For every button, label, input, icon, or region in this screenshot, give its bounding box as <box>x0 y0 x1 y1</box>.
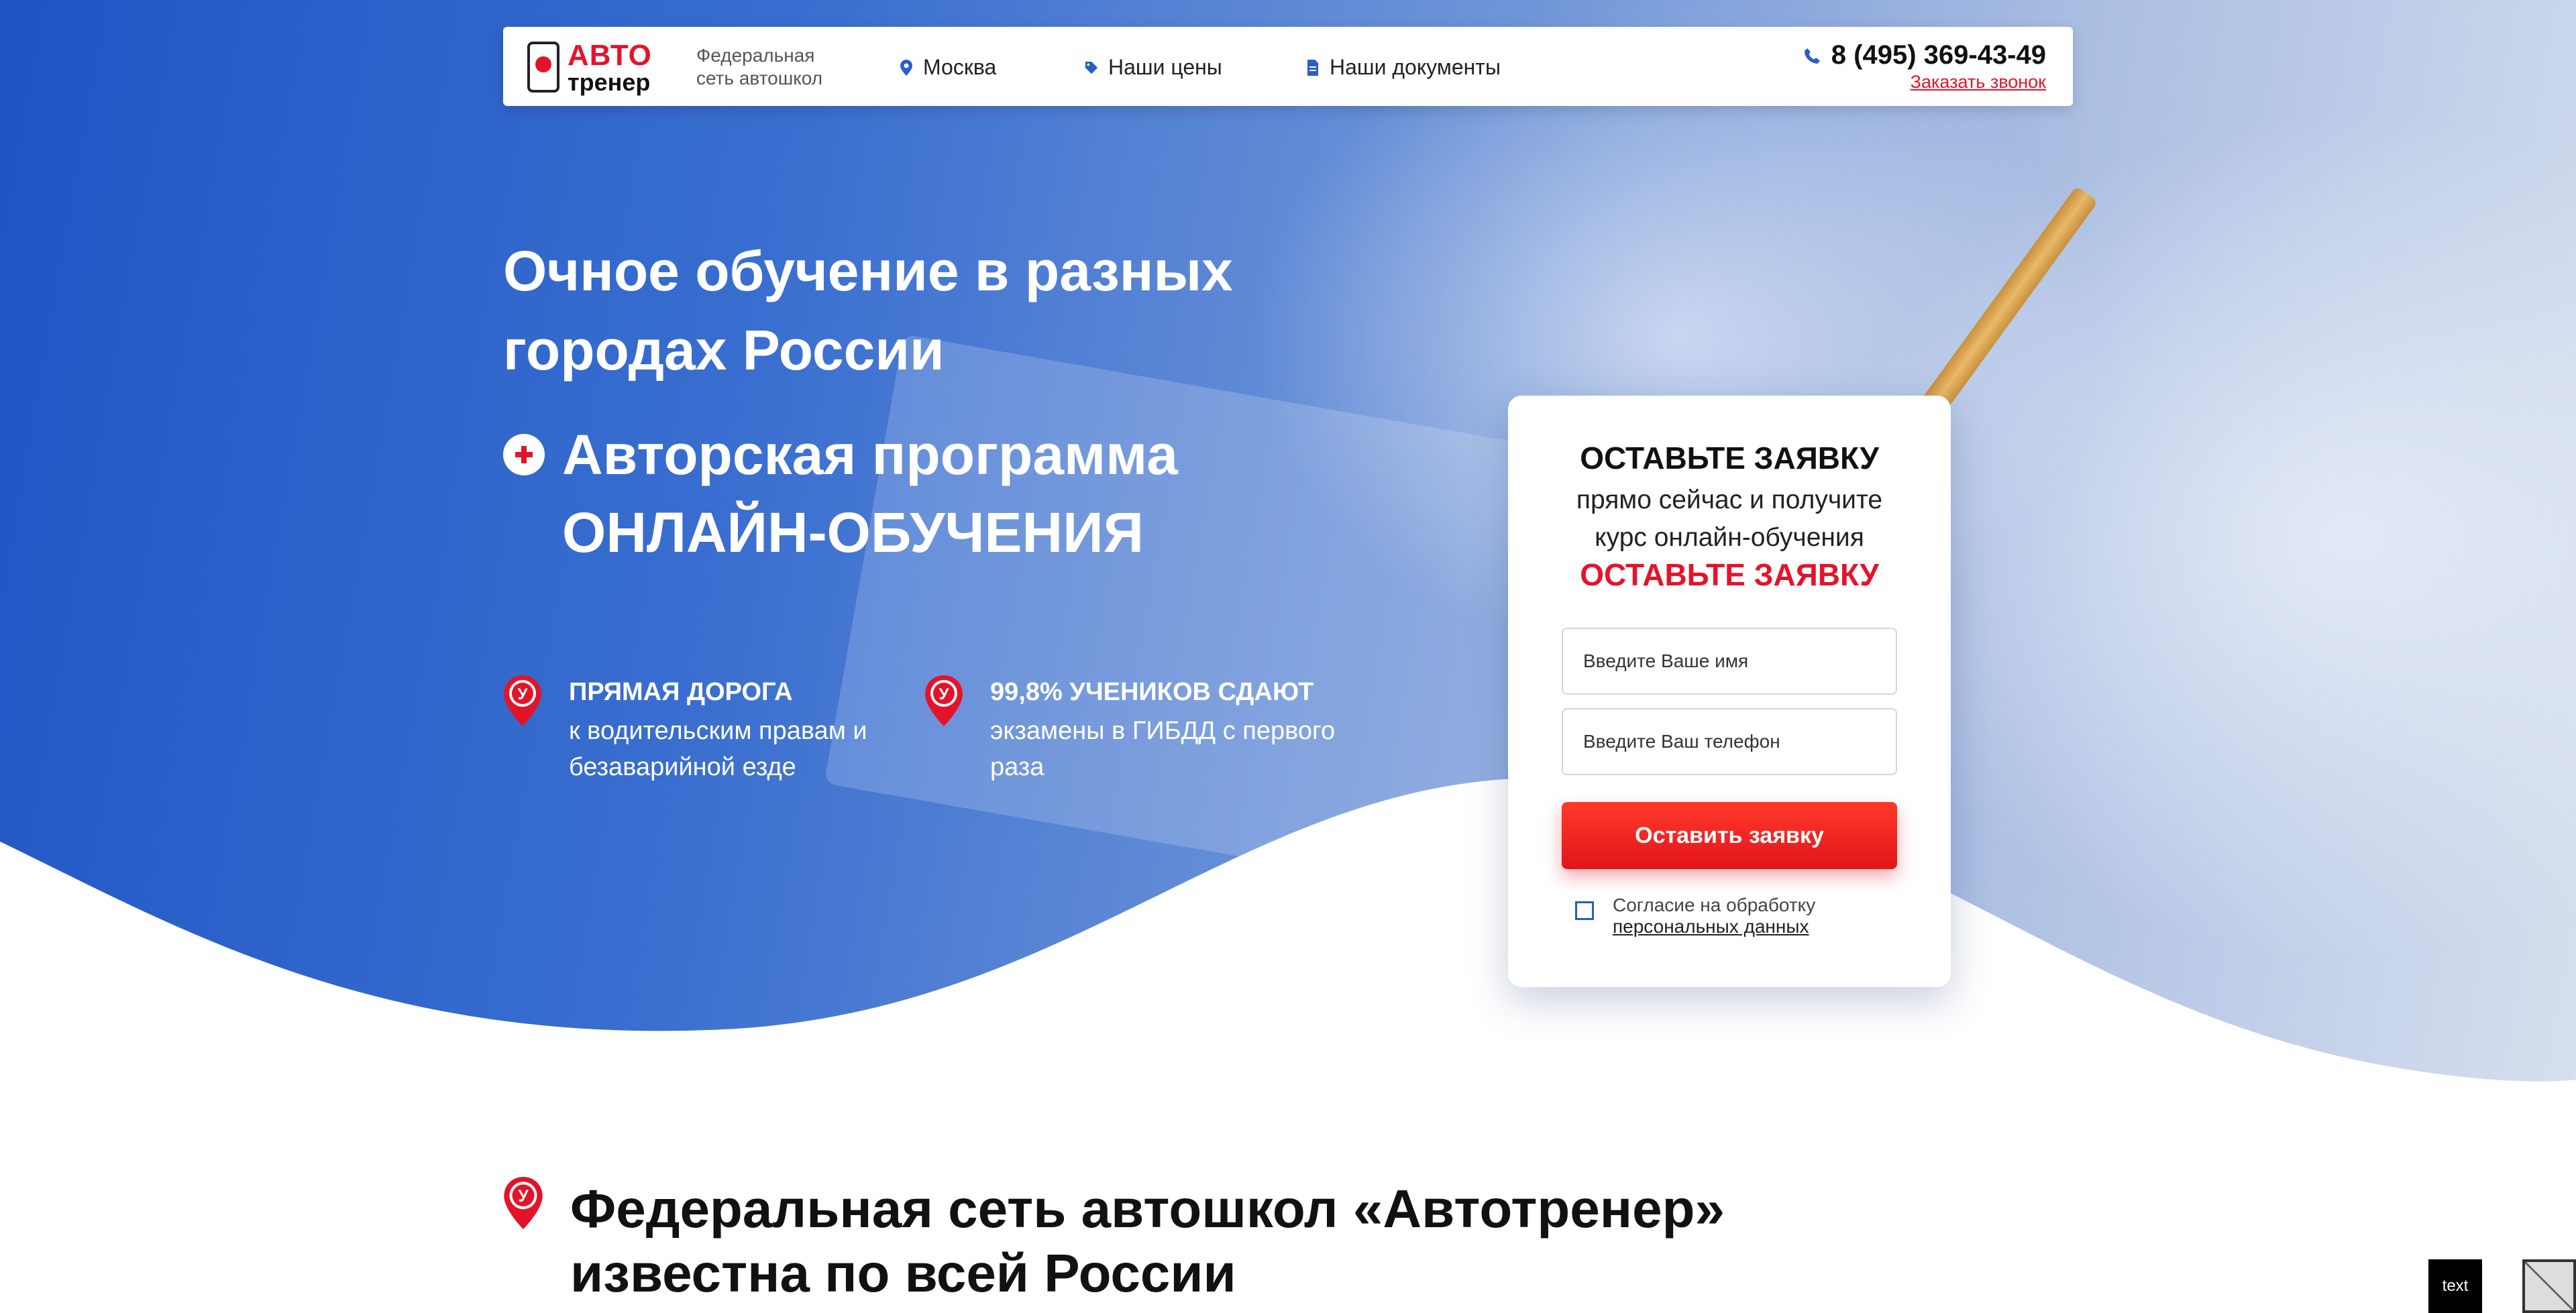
nav-city-label: Москва <box>923 55 997 79</box>
document-icon <box>1307 59 1318 76</box>
phone-icon <box>1804 48 1820 64</box>
application-form-card: ОСТАВЬТЕ ЗАЯВКУ прямо сейчас и получите … <box>1508 396 1951 987</box>
personal-data-link[interactable]: персональных данных <box>1613 916 1809 937</box>
text-badge[interactable]: text <box>2428 1259 2482 1313</box>
phone-number-text: 8 (495) 369-43-49 <box>1831 40 2046 70</box>
request-call-link[interactable]: Заказать звонок <box>1803 72 2046 93</box>
logo-line-1: АВТО <box>568 39 652 72</box>
u-pin-icon: У <box>925 675 963 726</box>
nav-documents-label: Наши документы <box>1330 55 1501 79</box>
nav-prices-label: Наши цены <box>1108 55 1222 79</box>
nav-city-moscow[interactable]: Москва <box>899 55 996 80</box>
submit-application-button[interactable]: Оставить заявку <box>1562 802 1897 869</box>
corner-widget-icon[interactable] <box>2522 1259 2576 1313</box>
location-pin-icon <box>900 59 912 76</box>
svg-text:У: У <box>518 1188 529 1206</box>
form-accent-title: ОСТАВЬТЕ ЗАЯВКУ <box>1580 557 1879 592</box>
feature-title: 99,8% УЧЕНИКОВ СДАЮТ <box>990 678 1314 706</box>
brand-subtitle: Федеральная сеть автошкол <box>696 45 823 89</box>
feature-text: экзамены в ГИБДД с первого раза <box>990 717 1336 781</box>
logo-line-2: тренер <box>568 68 651 96</box>
svg-text:У: У <box>939 685 950 703</box>
section-title: Федеральная сеть автошкол «Автотренер» и… <box>570 1179 1725 1303</box>
feature-title: ПРЯМАЯ ДОРОГА <box>569 678 793 706</box>
hero-title: Очное обучение в разных городах России <box>503 239 1233 382</box>
svg-text:У: У <box>518 685 529 703</box>
u-pin-icon: У <box>504 675 541 726</box>
form-title: ОСТАВЬТЕ ЗАЯВКУ <box>1580 441 1879 475</box>
brand-logo[interactable]: АВТО тренер <box>527 39 675 96</box>
u-pin-icon: У <box>504 1177 543 1229</box>
phone-number[interactable]: 8 (495) 369-43-49 <box>1803 40 2046 70</box>
price-tag-icon <box>1085 61 1098 74</box>
plus-icon <box>503 434 545 475</box>
phone-input[interactable] <box>1562 708 1897 775</box>
consent-label: Согласие на обработку персональных данны… <box>1613 895 1815 937</box>
nav-documents[interactable]: Наши документы <box>1305 55 1501 80</box>
hero-subtitle: Авторская программа ОНЛАЙН-ОБУЧЕНИЯ <box>562 423 1178 564</box>
top-header-bar: АВТО тренер Федеральная сеть автошкол Мо… <box>503 27 2073 106</box>
consent-text: Согласие на обработку <box>1613 895 1816 915</box>
nav-prices[interactable]: Наши цены <box>1084 55 1222 80</box>
contact-block: 8 (495) 369-43-49 Заказать звонок <box>1803 40 2046 93</box>
name-input[interactable] <box>1562 628 1897 695</box>
feature-text: к водительским правам и безаварийной езд… <box>569 717 867 781</box>
form-description: прямо сейчас и получите курс онлайн-обуч… <box>1576 486 1883 552</box>
logo-phone-icon <box>527 42 559 93</box>
consent-checkbox[interactable] <box>1575 901 1594 920</box>
